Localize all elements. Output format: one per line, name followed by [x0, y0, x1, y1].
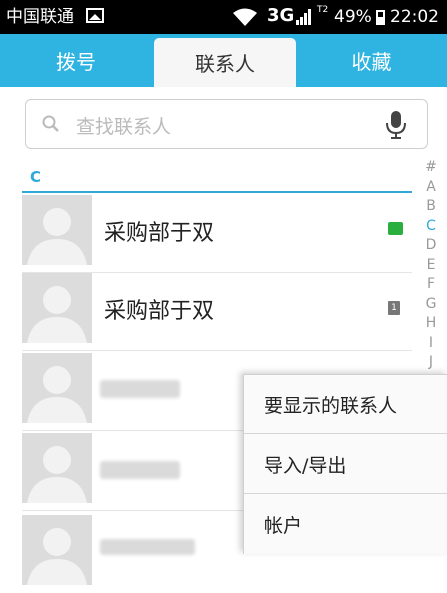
menu-item-accounts[interactable]: 帐户: [244, 495, 447, 554]
contact-row[interactable]: 采购部于双 1: [22, 273, 412, 351]
alpha-index-c[interactable]: C: [418, 217, 444, 237]
alpha-index-hash[interactable]: #: [418, 158, 444, 178]
avatar: [22, 195, 92, 265]
avatar: [22, 353, 92, 423]
options-menu: 要显示的联系人 导入/导出 帐户: [243, 374, 447, 554]
microphone-icon[interactable]: [386, 111, 406, 139]
sim1-icon: 1: [388, 301, 400, 315]
search-input[interactable]: 查找联系人: [25, 99, 428, 149]
section-header-letter: C: [30, 168, 42, 186]
menu-item-contacts-to-display[interactable]: 要显示的联系人: [244, 375, 447, 434]
avatar: [22, 273, 92, 343]
row-divider: [22, 350, 412, 351]
avatar: [22, 515, 92, 585]
alpha-index-i[interactable]: I: [418, 334, 444, 354]
alphabet-index[interactable]: # A B C D E F G H I J: [418, 158, 444, 373]
status-bar: 中国联通 3G T2 49% 22:02: [0, 0, 447, 34]
signal-icon: [296, 9, 311, 25]
contact-name: 采购部于双: [104, 299, 215, 324]
sim2-signal-icon: T2: [317, 5, 329, 15]
alpha-index-e[interactable]: E: [418, 256, 444, 276]
network-type: 3G: [267, 5, 295, 26]
tab-favorites[interactable]: 收藏: [296, 34, 447, 87]
wechat-icon: [388, 222, 403, 235]
carrier-name: 中国联通: [6, 7, 74, 27]
battery-percent: 49%: [334, 7, 372, 27]
wifi-icon: [233, 8, 257, 26]
alpha-index-g[interactable]: G: [418, 295, 444, 315]
alpha-index-h[interactable]: H: [418, 314, 444, 334]
section-divider: [22, 191, 412, 193]
alpha-index-j[interactable]: J: [418, 353, 444, 373]
image-notification-icon: [86, 8, 104, 23]
battery-icon: [376, 10, 385, 25]
tab-bar: 拨号 联系人 收藏: [0, 34, 447, 87]
search-icon: [42, 115, 59, 132]
contact-name-blurred: [100, 380, 180, 398]
menu-item-import-export[interactable]: 导入/导出: [244, 435, 447, 494]
tab-dialer[interactable]: 拨号: [0, 34, 152, 87]
contact-name-blurred: [100, 461, 180, 479]
alpha-index-a[interactable]: A: [418, 178, 444, 198]
contact-name: 采购部于双: [104, 221, 215, 246]
clock: 22:02: [390, 7, 439, 27]
alpha-index-d[interactable]: D: [418, 236, 444, 256]
contact-row[interactable]: 采购部于双: [22, 195, 412, 273]
alpha-index-f[interactable]: F: [418, 275, 444, 295]
tab-contacts[interactable]: 联系人: [154, 38, 296, 87]
alpha-index-b[interactable]: B: [418, 197, 444, 217]
search-placeholder: 查找联系人: [76, 116, 172, 138]
avatar: [22, 433, 92, 503]
